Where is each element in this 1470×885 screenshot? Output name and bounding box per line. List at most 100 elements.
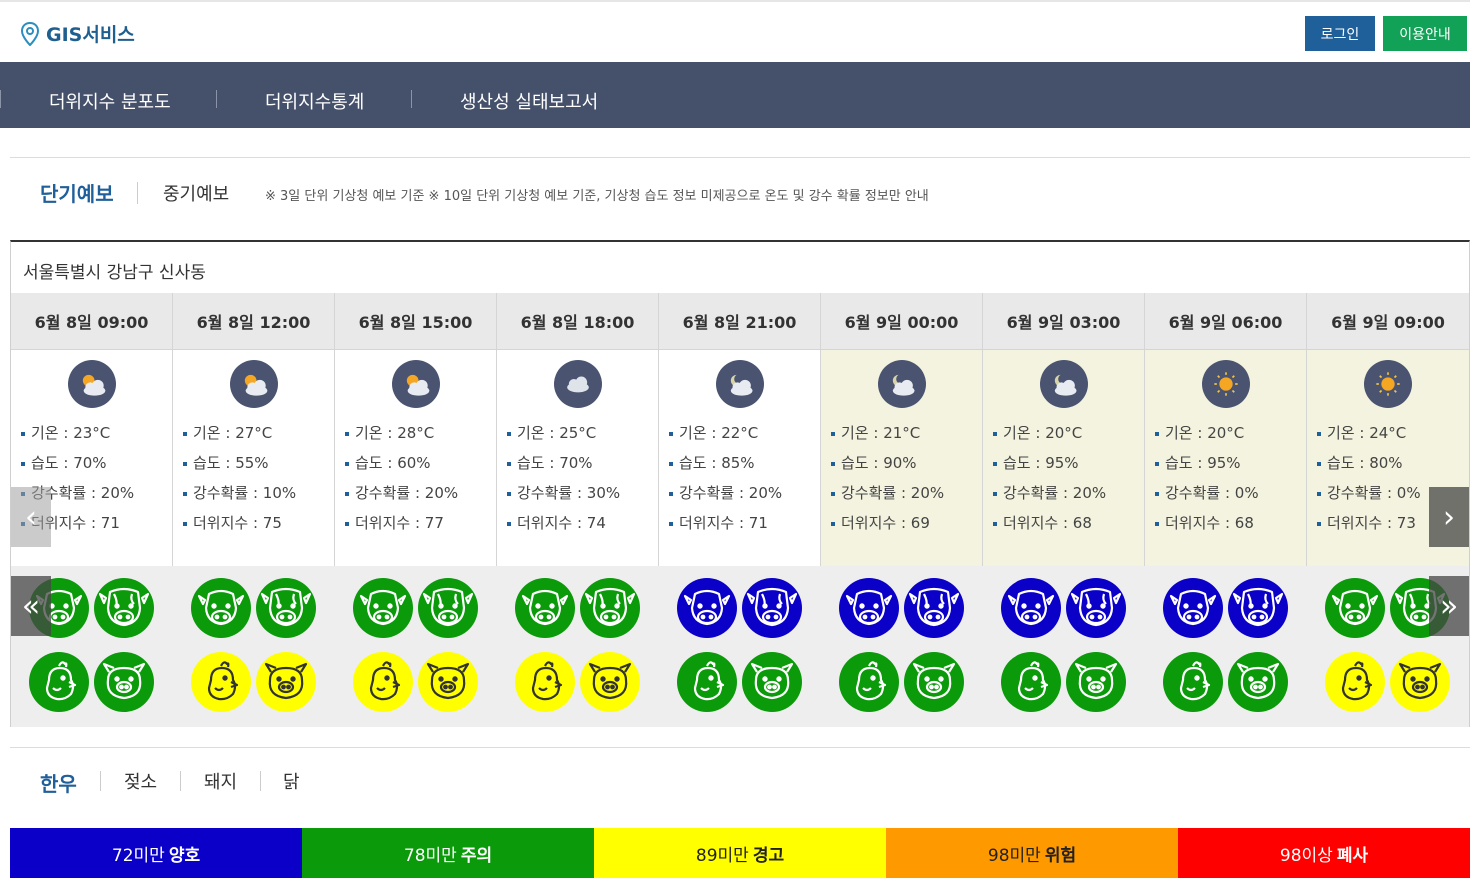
tab-separator — [137, 182, 138, 204]
pig-icon — [256, 652, 316, 712]
partly-cloudy-night-icon — [716, 360, 764, 408]
pig-icon — [1390, 652, 1450, 712]
hanwoo-cow-icon — [515, 578, 575, 638]
rain-probability-value: 강수확률 : 0% — [1155, 478, 1259, 508]
thi-value: 더위지수 : 75 — [183, 508, 296, 538]
divider — [10, 157, 1470, 158]
thi-value: 더위지수 : 73 — [1317, 508, 1421, 538]
tab-pig[interactable]: 돼지 — [204, 768, 237, 794]
nav-separator — [0, 90, 1, 108]
rain-probability-value: 강수확률 : 20% — [993, 478, 1106, 508]
dairy-cow-icon — [1228, 578, 1288, 638]
forecast-panel: 서울특별시 강남구 신사동 6월 8일 09:00 기온 : 23°C 습도 :… — [10, 240, 1470, 727]
next-slot-button[interactable]: › — [1429, 487, 1469, 547]
location-title: 서울특별시 강남구 신사동 — [23, 263, 206, 283]
nav-item-thi-map[interactable]: 더위지수 분포도 — [49, 88, 171, 114]
temperature-value: 기온 : 22°C — [669, 418, 782, 448]
tab-hanwoo[interactable]: 한우 — [40, 768, 77, 797]
slot-time: 6월 8일 09:00 — [11, 293, 172, 350]
animal-status — [659, 566, 821, 727]
slot-info: 기온 : 27°C 습도 : 55% 강수확률 : 10% 더위지수 : 75 — [183, 418, 296, 538]
nav-item-productivity-report[interactable]: 생산성 실태보고서 — [460, 88, 598, 114]
chicken-icon — [1163, 652, 1223, 712]
guide-button[interactable]: 이용안내 — [1383, 16, 1467, 51]
temperature-value: 기온 : 21°C — [831, 418, 944, 448]
animal-status — [1145, 566, 1307, 727]
legend-level: 위험 — [1044, 845, 1077, 866]
chicken-icon — [191, 652, 251, 712]
animal-status — [983, 566, 1145, 727]
chicken-icon — [353, 652, 413, 712]
tab-chicken[interactable]: 닭 — [283, 768, 300, 794]
humidity-value: 습도 : 55% — [183, 448, 296, 478]
animal-status — [821, 566, 983, 727]
slot-time: 6월 9일 06:00 — [1145, 293, 1306, 350]
slot-time: 6월 9일 09:00 — [1307, 293, 1469, 350]
temperature-value: 기온 : 23°C — [21, 418, 134, 448]
legend-item: 72미만 양호 — [10, 828, 302, 878]
tab-dairy-cow[interactable]: 젖소 — [124, 768, 157, 794]
divider — [10, 747, 1470, 748]
hanwoo-cow-icon — [1163, 578, 1223, 638]
slot-time: 6월 8일 18:00 — [497, 293, 658, 350]
thi-value: 더위지수 : 77 — [345, 508, 458, 538]
temperature-value: 기온 : 28°C — [345, 418, 458, 448]
brand[interactable]: GIS서비스 — [20, 20, 135, 47]
hanwoo-cow-icon — [839, 578, 899, 638]
slot-time: 6월 9일 03:00 — [983, 293, 1144, 350]
dairy-cow-icon — [742, 578, 802, 638]
legend-level: 경고 — [752, 845, 785, 866]
nav-item-thi-stats[interactable]: 더위지수통계 — [265, 88, 364, 114]
slot-info: 기온 : 24°C 습도 : 80% 강수확률 : 0% 더위지수 : 73 — [1317, 418, 1421, 538]
sunny-icon — [1202, 360, 1250, 408]
legend-level: 양호 — [168, 845, 201, 866]
tab-short-term[interactable]: 단기예보 — [40, 178, 114, 207]
tab-mid-term[interactable]: 중기예보 — [163, 180, 229, 206]
temperature-value: 기온 : 25°C — [507, 418, 620, 448]
rain-probability-value: 강수확률 : 20% — [831, 478, 944, 508]
forecast-slot: 6월 8일 21:00 기온 : 22°C 습도 : 85% 강수확률 : 20… — [659, 293, 821, 727]
dairy-cow-icon — [94, 578, 154, 638]
hanwoo-cow-icon — [191, 578, 251, 638]
legend-level: 주의 — [460, 845, 493, 866]
chicken-icon — [515, 652, 575, 712]
slot-time: 6월 8일 12:00 — [173, 293, 334, 350]
legend-item: 98미만 위험 — [886, 828, 1178, 878]
slot-time: 6월 8일 21:00 — [659, 293, 820, 350]
forecast-slot: 6월 9일 00:00 기온 : 21°C 습도 : 90% 강수확률 : 20… — [821, 293, 983, 727]
legend-threshold: 98미만 — [987, 845, 1041, 866]
rain-probability-value: 강수확률 : 30% — [507, 478, 620, 508]
brand-label: GIS서비스 — [46, 24, 135, 46]
forecast-note: ※ 3일 단위 기상청 예보 기준 ※ 10일 단위 기상청 예보 기준, 기상… — [265, 189, 929, 204]
slot-info: 기온 : 28°C 습도 : 60% 강수확률 : 20% 더위지수 : 77 — [345, 418, 458, 538]
slot-time: 6월 8일 15:00 — [335, 293, 496, 350]
humidity-value: 습도 : 80% — [1317, 448, 1421, 478]
prev-page-button[interactable]: « — [11, 576, 51, 636]
login-button[interactable]: 로그인 — [1305, 16, 1375, 51]
rain-probability-value: 강수확률 : 20% — [669, 478, 782, 508]
pig-icon — [742, 652, 802, 712]
humidity-value: 습도 : 85% — [669, 448, 782, 478]
hanwoo-cow-icon — [1325, 578, 1385, 638]
animal-status — [335, 566, 497, 727]
nav-separator — [216, 90, 217, 108]
partly-cloudy-night-icon — [878, 360, 926, 408]
tab-separator — [180, 771, 181, 791]
humidity-value: 습도 : 60% — [345, 448, 458, 478]
animal-status — [497, 566, 659, 727]
legend-item: 98이상 폐사 — [1178, 828, 1470, 878]
prev-slot-button[interactable]: ‹ — [11, 487, 51, 547]
pig-icon — [1066, 652, 1126, 712]
thi-value: 더위지수 : 71 — [669, 508, 782, 538]
dairy-cow-icon — [256, 578, 316, 638]
next-page-button[interactable]: » — [1429, 576, 1469, 636]
pig-icon — [418, 652, 478, 712]
animal-status — [173, 566, 335, 727]
temperature-value: 기온 : 20°C — [993, 418, 1106, 448]
thi-value: 더위지수 : 74 — [507, 508, 620, 538]
rain-probability-value: 강수확률 : 10% — [183, 478, 296, 508]
thi-legend: 72미만 양호 78미만 주의 89미만 경고 98미만 위험 98이상 폐사 — [10, 828, 1470, 878]
pig-icon — [1228, 652, 1288, 712]
slot-time: 6월 9일 00:00 — [821, 293, 982, 350]
legend-threshold: 78미만 — [403, 845, 457, 866]
